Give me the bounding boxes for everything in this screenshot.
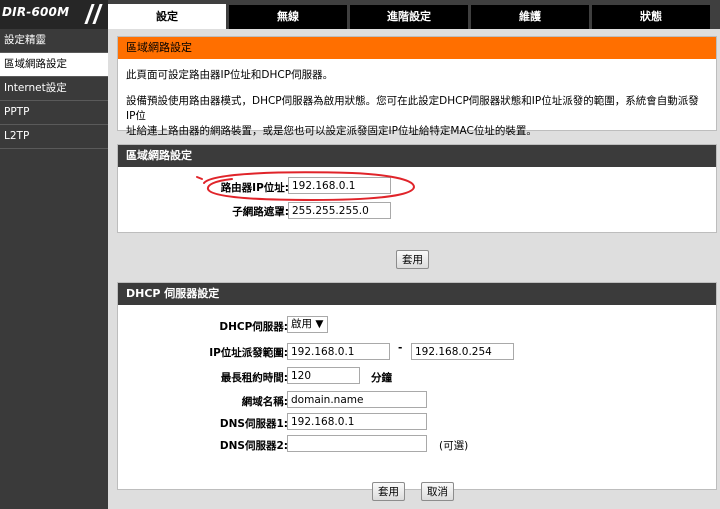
dhcp-settings-title: DHCP 伺服器設定 [118,283,716,305]
ip-range-label: IP位址派發範圍: [209,347,288,359]
dhcp-server-label: DHCP伺服器: [219,321,288,333]
intro-line-1: 此頁面可設定路由器IP位址和DHCP伺服器。 [126,69,334,81]
tab-setup[interactable]: 設定 [108,4,226,30]
lease-time-label: 最長租約時間: [220,372,288,384]
lease-time-unit: 分鐘 [371,372,392,384]
lan-apply-button[interactable]: 套用 [396,250,429,269]
intro-title: 區域網路設定 [118,37,716,60]
top-navigation-bar: DIR-600M 設定 無線 進階設定 維護 狀態 [0,0,720,30]
sidebar-item-l2tp[interactable]: L2TP [0,125,108,149]
dhcp-settings-panel: DHCP 伺服器設定 DHCP伺服器: 啟用 ▼ IP位址派發範圍: - 最長租… [117,282,717,490]
intro-line-3: 址給連上路由器的網路裝置，或是您也可以設定派發固定IP位址給特定MAC位址的裝置… [126,125,537,137]
tab-maintenance[interactable]: 維護 [471,5,589,29]
dns-server-1-input[interactable] [287,413,427,430]
ip-range-start-input[interactable] [287,343,390,360]
sidebar-item-internet-settings[interactable]: Internet設定 [0,77,108,101]
tab-status[interactable]: 狀態 [592,5,710,29]
sidebar-item-pptp[interactable]: PPTP [0,101,108,125]
dhcp-server-select[interactable]: 啟用 ▼ [287,316,328,333]
ip-range-end-input[interactable] [411,343,514,360]
dhcp-apply-button[interactable]: 套用 [372,482,405,501]
dns-server-2-input[interactable] [287,435,427,452]
domain-name-label: 網域名稱: [241,396,288,408]
domain-name-input[interactable] [287,391,427,408]
lan-settings-title: 區域網路設定 [118,145,716,167]
dns-server-2-optional-note: (可選) [439,440,469,452]
logo-slash-decoration [92,4,103,24]
lease-time-input[interactable] [287,367,360,384]
red-annotation-circle [196,171,416,202]
main-content: 區域網路設定 此頁面可設定路由器IP位址和DHCP伺服器。 設備預設使用路由器模… [108,29,720,509]
dhcp-cancel-button[interactable]: 取消 [421,482,454,501]
sidebar: 設定精靈 區域網路設定 Internet設定 PPTP L2TP [0,29,108,509]
subnet-mask-label: 子網路遮罩: [232,206,289,218]
sidebar-item-setup-wizard[interactable]: 設定精靈 [0,29,108,53]
tab-advanced[interactable]: 進階設定 [350,5,468,29]
dns-server-2-label: DNS伺服器2: [219,440,288,452]
tab-wireless[interactable]: 無線 [229,5,347,29]
brand-logo: DIR-600M [0,0,108,30]
intro-panel: 區域網路設定 此頁面可設定路由器IP位址和DHCP伺服器。 設備預設使用路由器模… [117,36,717,137]
model-name: DIR-600M [2,5,70,19]
sidebar-item-lan-settings[interactable]: 區域網路設定 [0,53,108,77]
dns-server-1-label: DNS伺服器1: [219,418,288,430]
ip-range-separator: - [398,342,403,354]
intro-line-2: 設備預設使用路由器模式，DHCP伺服器為啟用狀態。您可在此設定DHCP伺服器狀態… [126,95,699,122]
